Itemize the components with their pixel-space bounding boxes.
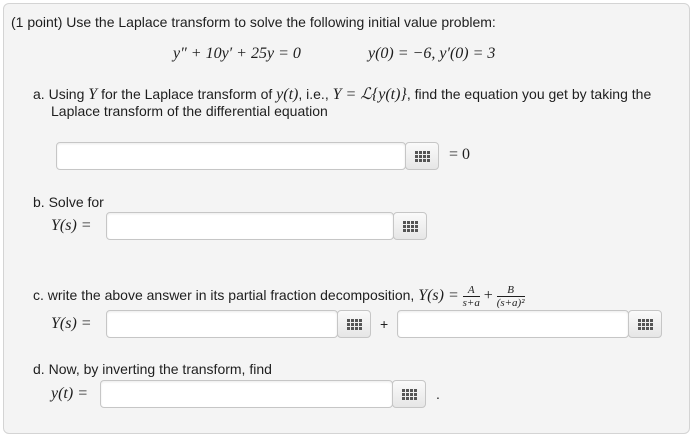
part-a-text: , find the equation you get by taking th… — [406, 86, 652, 102]
part-d-question: d. Now, by inverting the transform, find — [33, 361, 272, 377]
equation-editor-button-b[interactable] — [393, 212, 427, 240]
equation-editor-button-c1[interactable] — [337, 310, 371, 338]
keypad-icon — [401, 388, 417, 400]
answer-d-input[interactable] — [101, 381, 392, 407]
fraction-A: A s+a — [462, 284, 480, 309]
var-yt: y(t) — [276, 86, 299, 103]
denominator-2: (s+a)² — [496, 297, 525, 309]
part-a-letter: a. — [33, 86, 45, 102]
problem-header: (1 point) Use the Laplace transform to s… — [11, 14, 496, 30]
part-a-text: for the Laplace transform of — [101, 86, 273, 102]
part-b-label: Y(s) = — [51, 217, 92, 234]
answer-a-input[interactable] — [57, 143, 405, 169]
part-d-text: Now, by inverting the transform, find — [48, 361, 272, 377]
numerator-A: A — [462, 284, 480, 297]
answer-b-field[interactable] — [106, 212, 394, 240]
part-c-lhs: Y(s) = — [418, 287, 459, 305]
keypad-icon — [402, 220, 418, 232]
part-b-question: b. Solve for — [33, 194, 104, 210]
points-label: (1 point) — [11, 14, 63, 30]
answer-d-field[interactable] — [100, 380, 393, 408]
answer-c1-field[interactable] — [106, 310, 338, 338]
equals-zero: = 0 — [449, 146, 471, 163]
denominator-1: s+a — [462, 297, 480, 309]
part-b-letter: b. — [33, 194, 45, 210]
part-d-label: y(t) = — [51, 385, 88, 402]
fraction-B: B (s+a)² — [496, 284, 525, 309]
prompt-text: Use the Laplace transform to solve the f… — [66, 14, 496, 30]
part-b-text: Solve for — [48, 194, 104, 210]
equation-editor-button-c2[interactable] — [628, 310, 662, 338]
part-d-letter: d. — [33, 361, 45, 377]
var-Y: Y — [88, 86, 98, 103]
answer-c2-input[interactable] — [398, 311, 628, 337]
keypad-icon — [414, 150, 430, 162]
part-c-question: c. write the above answer in its partial… — [33, 284, 525, 309]
keypad-icon — [637, 318, 653, 330]
part-a-question: a. Using Y for the Laplace transform of … — [33, 84, 651, 104]
answer-c1-input[interactable] — [107, 311, 337, 337]
initial-conditions: y(0) = −6, y′(0) = 3 — [368, 45, 496, 62]
numerator-B: B — [496, 284, 525, 297]
plus-sign: + — [483, 287, 493, 305]
period: . — [436, 386, 440, 402]
part-a-line2: Laplace transform of the differential eq… — [51, 103, 328, 119]
equation-editor-button-d[interactable] — [392, 380, 426, 408]
part-a-text: , i.e., — [298, 86, 329, 102]
answer-b-input[interactable] — [107, 213, 393, 239]
part-c-text: write the above answer in its partial fr… — [47, 287, 415, 304]
answer-a-field[interactable] — [56, 142, 406, 170]
part-c-letter: c. — [33, 287, 44, 304]
answer-c2-field[interactable] — [397, 310, 629, 338]
part-a-text: Using — [48, 86, 85, 102]
keypad-icon — [346, 318, 362, 330]
laplace-definition: Y = ℒ{y(t)} — [332, 86, 407, 103]
plus-separator: + — [380, 316, 389, 332]
ode-equation: y″ + 10y′ + 25y = 0 — [173, 45, 301, 62]
part-c-label: Y(s) = — [51, 315, 92, 332]
equation-editor-button-a[interactable] — [405, 142, 439, 170]
